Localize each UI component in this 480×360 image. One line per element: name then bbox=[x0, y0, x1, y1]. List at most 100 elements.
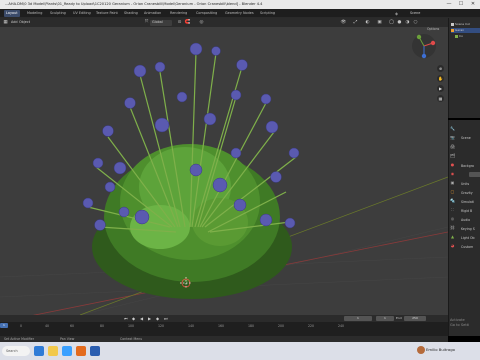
timeline-ruler[interactable]: 1 0 40 60 80 100 120 140 160 180 200 220… bbox=[0, 322, 448, 336]
3d-viewport[interactable]: Options ⊕ ✋ ▶ ▦ bbox=[0, 27, 448, 315]
pan-hand-icon[interactable]: ✋ bbox=[437, 75, 444, 82]
minimize-icon[interactable]: — bbox=[446, 1, 452, 7]
tab-scripting[interactable]: Scripting bbox=[258, 10, 277, 17]
constraints-icon[interactable]: ⛓ bbox=[450, 225, 455, 230]
window-titlebar: ...AHA.DM\0 3d Model\Plants\01_Ready to … bbox=[0, 0, 480, 9]
navigation-gizmo[interactable] bbox=[411, 33, 437, 59]
material-icon[interactable]: ◕ bbox=[450, 243, 455, 248]
prop-keying-sets[interactable]: Keying S bbox=[461, 227, 475, 233]
prop-audio[interactable]: Audio bbox=[461, 218, 470, 224]
frame-tick: 40 bbox=[45, 324, 50, 328]
user-name[interactable]: Emilio Buitrago bbox=[426, 347, 455, 352]
xray-icon[interactable]: ▣ bbox=[376, 19, 383, 26]
prop-gravity[interactable]: Gravity bbox=[461, 191, 473, 197]
frame-tick: 120 bbox=[158, 324, 165, 328]
window-title: ...AHA.DM\0 3d Model\Plants\01_Ready to … bbox=[5, 2, 263, 6]
data-icon[interactable]: ▲ bbox=[450, 234, 455, 239]
tab-uv-editing[interactable]: UV Editing bbox=[71, 10, 93, 17]
transform-orientation-icon[interactable]: ⤧ bbox=[143, 19, 150, 26]
activate-line-2: Go to Setti bbox=[450, 323, 470, 327]
view-layer-icon[interactable]: 🗂 bbox=[450, 153, 455, 158]
jump-start-icon[interactable]: ⏮ bbox=[124, 315, 128, 322]
overlay-icon[interactable]: ◐ bbox=[364, 19, 371, 26]
current-frame-field[interactable]: 1 bbox=[344, 316, 372, 321]
tab-texture-paint[interactable]: Texture Paint bbox=[94, 10, 120, 17]
scene-props-icon[interactable]: ● bbox=[450, 162, 455, 167]
prop-rigid-body[interactable]: Rigid B bbox=[461, 209, 472, 215]
blender-icon[interactable] bbox=[76, 346, 86, 356]
tab-rendering[interactable]: Rendering bbox=[168, 10, 189, 17]
prop-field[interactable] bbox=[469, 172, 480, 177]
scene-selector[interactable]: ◈ bbox=[395, 10, 398, 17]
tab-animation[interactable]: Animation bbox=[142, 10, 163, 17]
mesh-icon bbox=[455, 34, 458, 38]
outliner-row-geranium[interactable]: Geran bbox=[451, 28, 480, 33]
prev-keyframe-icon[interactable]: ◆ bbox=[132, 315, 135, 322]
next-keyframe-icon[interactable]: ◆ bbox=[156, 315, 159, 322]
jump-end-icon[interactable]: ⏭ bbox=[164, 315, 168, 322]
browser-icon[interactable] bbox=[62, 346, 72, 356]
tab-modeling[interactable]: Modeling bbox=[25, 10, 44, 17]
play-reverse-icon[interactable]: ◀ bbox=[140, 315, 143, 322]
outliner-row-scene-collection[interactable]: Scene Col bbox=[451, 22, 470, 27]
tool-icon[interactable]: 🔧 bbox=[450, 126, 455, 131]
particles-icon[interactable]: ∷ bbox=[450, 207, 455, 212]
camera-view-icon[interactable]: ▶ bbox=[437, 85, 444, 92]
outliner-panel[interactable]: Scene Col Geran Co bbox=[448, 18, 480, 118]
collection-icon bbox=[451, 22, 454, 26]
taskbar-app-icon-2[interactable] bbox=[90, 346, 100, 356]
properties-panel[interactable]: 🔧 📷 🖨 🗂 ● ◉ ▣ ▢ 🔩 ∷ ◎ ⛓ ▲ ◕ Scene Backgr… bbox=[448, 120, 480, 336]
window-controls: — ☐ ✕ bbox=[446, 1, 476, 8]
snap-icon[interactable]: 🧲 bbox=[184, 19, 191, 26]
file-explorer-icon[interactable] bbox=[48, 346, 58, 356]
outliner-row-child[interactable]: Co bbox=[455, 34, 463, 39]
object-icon bbox=[451, 28, 454, 32]
render-icon[interactable]: 📷 bbox=[450, 135, 455, 140]
playhead[interactable]: 1 bbox=[0, 323, 8, 328]
editor-type-icon[interactable]: ▦ bbox=[2, 19, 9, 26]
end-frame-field[interactable]: 250 bbox=[404, 316, 426, 321]
tab-layout[interactable]: Layout bbox=[4, 10, 20, 17]
shading-rendered-icon[interactable]: ○ bbox=[412, 19, 419, 26]
shading-material-icon[interactable]: ◑ bbox=[404, 19, 411, 26]
object-props-icon[interactable]: ▢ bbox=[450, 189, 455, 194]
tab-compositing[interactable]: Compositing bbox=[194, 10, 219, 17]
prop-light-probes[interactable]: Light Ob bbox=[461, 236, 475, 242]
prop-simulation[interactable]: Simulati bbox=[461, 200, 474, 206]
maximize-icon[interactable]: ☐ bbox=[458, 1, 464, 7]
taskbar-app-icon[interactable] bbox=[34, 346, 44, 356]
taskbar-search[interactable]: Search bbox=[2, 346, 30, 356]
play-icon[interactable]: ▶ bbox=[148, 315, 151, 322]
tab-geometry-nodes[interactable]: Geometry Nodes bbox=[223, 10, 256, 17]
scene-label[interactable]: Scene bbox=[410, 10, 420, 17]
perspective-toggle-icon[interactable]: ▦ bbox=[437, 95, 444, 102]
menu-object[interactable]: Object bbox=[19, 19, 30, 26]
output-icon[interactable]: 🖨 bbox=[450, 144, 455, 149]
menu-add[interactable]: Add bbox=[11, 19, 18, 26]
gizmo-toggle-icon[interactable]: ⤢ bbox=[352, 19, 359, 26]
zoom-icon[interactable]: ⊕ bbox=[437, 65, 444, 72]
frame-tick: 160 bbox=[218, 324, 225, 328]
tab-shading[interactable]: Shading bbox=[122, 10, 140, 17]
visibility-icon[interactable]: 👁 bbox=[340, 19, 347, 26]
viewport-header: ▦ Add Object ⤧ Global ⊙ 🧲 ◎ 👁 ⤢ ◐ ▣ ◯ ● … bbox=[0, 18, 448, 27]
modifier-icon[interactable]: 🔩 bbox=[450, 198, 455, 203]
close-icon[interactable]: ✕ bbox=[470, 1, 476, 7]
user-avatar[interactable] bbox=[417, 346, 425, 354]
start-frame-field[interactable]: 1 bbox=[376, 316, 394, 321]
windows-activation-watermark: Activate Go to Setti bbox=[450, 318, 480, 328]
physics-icon[interactable]: ◎ bbox=[450, 216, 455, 221]
collection-props-icon[interactable]: ▣ bbox=[450, 180, 455, 185]
timeline-editor[interactable]: ⏮ ◆ ◀ ▶ ◆ ⏭ 1 1 End 250 1 0 40 60 80 100… bbox=[0, 315, 448, 336]
prop-units[interactable]: Units bbox=[461, 182, 469, 188]
frame-tick: 140 bbox=[188, 324, 195, 328]
frame-tick: 100 bbox=[128, 324, 135, 328]
shading-wireframe-icon[interactable]: ◯ bbox=[388, 19, 395, 26]
tab-sculpting[interactable]: Sculpting bbox=[48, 10, 68, 17]
pivot-icon[interactable]: ⊙ bbox=[176, 19, 183, 26]
frame-tick: 220 bbox=[308, 324, 315, 328]
proportional-editing-icon[interactable]: ◎ bbox=[198, 19, 205, 26]
prop-custom-properties[interactable]: Custom bbox=[461, 245, 473, 251]
world-icon[interactable]: ◉ bbox=[450, 171, 455, 176]
shading-solid-icon[interactable]: ● bbox=[396, 19, 403, 26]
